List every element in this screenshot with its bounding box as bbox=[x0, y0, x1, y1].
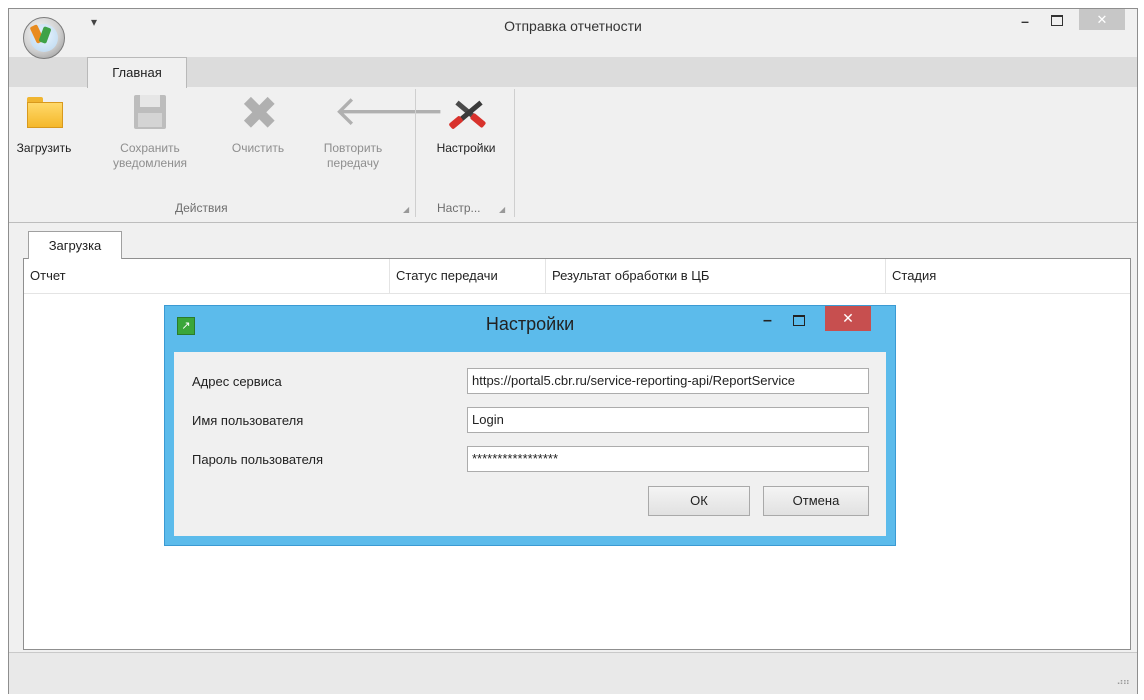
dialog-close-button[interactable]: ✕ bbox=[825, 306, 871, 331]
group-label-settings: Настр... bbox=[437, 201, 481, 215]
clear-icon: ✖ bbox=[240, 86, 279, 140]
resize-grip-icon[interactable]: ⠴⠶ bbox=[1116, 677, 1130, 688]
dialog-minimize-button[interactable]: – bbox=[763, 312, 772, 330]
column-header-report[interactable]: Отчет bbox=[24, 259, 390, 293]
group-separator bbox=[514, 89, 515, 217]
maximize-icon bbox=[1051, 15, 1063, 26]
dialog-maximize-button[interactable] bbox=[793, 315, 805, 326]
group-separator bbox=[415, 89, 416, 217]
save-label-line2: уведомления bbox=[112, 156, 188, 170]
ok-button[interactable]: ОК bbox=[648, 486, 750, 516]
tab-home[interactable]: Главная bbox=[87, 57, 187, 88]
password-label: Пароль пользователя bbox=[192, 452, 324, 467]
save-notifications-button[interactable]: Сохранить уведомления bbox=[109, 89, 191, 171]
maximize-button[interactable] bbox=[1045, 11, 1069, 31]
app-logo-icon[interactable] bbox=[23, 17, 65, 59]
clear-button[interactable]: ✖ Очистить bbox=[227, 89, 289, 156]
title-bar: ▾ Отправка отчетности – ✕ bbox=[9, 9, 1137, 59]
column-header-result[interactable]: Результат обработки в ЦБ bbox=[546, 259, 886, 293]
actions-launcher-icon[interactable]: ◢ bbox=[403, 205, 409, 214]
tab-upload[interactable]: Загрузка bbox=[28, 231, 122, 259]
back-arrow-icon: 🡐 bbox=[333, 86, 446, 135]
save-label-line1: Сохранить bbox=[120, 141, 180, 155]
clear-button-label: Очистить bbox=[231, 141, 285, 155]
status-bar: ⠴⠶ bbox=[9, 652, 1137, 694]
service-address-input[interactable]: https://portal5.cbr.ru/service-reporting… bbox=[467, 368, 869, 394]
ribbon: Загрузить Сохранить уведомления ✖ Очисти… bbox=[9, 87, 1137, 223]
save-icon bbox=[134, 95, 166, 129]
load-button[interactable]: Загрузить bbox=[13, 89, 75, 156]
settings-button-label: Настройки bbox=[436, 141, 496, 155]
column-header-stage[interactable]: Стадия bbox=[886, 259, 1130, 293]
group-label-actions: Действия bbox=[175, 201, 228, 215]
retry-label-line1: Повторить bbox=[323, 141, 383, 155]
tools-icon bbox=[448, 93, 488, 133]
settings-launcher-icon[interactable]: ◢ bbox=[499, 205, 505, 214]
cancel-button[interactable]: Отмена bbox=[763, 486, 869, 516]
window-title: Отправка отчетности bbox=[504, 18, 642, 34]
service-address-label: Адрес сервиса bbox=[192, 374, 282, 389]
grid-header: Отчет Статус передачи Результат обработк… bbox=[24, 259, 1130, 294]
load-button-label: Загрузить bbox=[16, 141, 72, 155]
close-button[interactable]: ✕ bbox=[1079, 9, 1125, 30]
password-input[interactable]: ***************** bbox=[467, 446, 869, 472]
retry-button[interactable]: 🡐 Повторить передачу bbox=[313, 86, 446, 171]
username-label: Имя пользователя bbox=[192, 413, 304, 428]
minimize-button[interactable]: – bbox=[1013, 13, 1037, 33]
dialog-body: Адрес сервиса https://portal5.cbr.ru/ser… bbox=[174, 352, 886, 536]
settings-button[interactable]: Настройки bbox=[425, 89, 507, 156]
folder-icon bbox=[27, 97, 63, 129]
column-header-status[interactable]: Статус передачи bbox=[390, 259, 546, 293]
settings-dialog: ↗ Настройки – ✕ Адрес сервиса https://po… bbox=[164, 305, 896, 546]
retry-label-line2: передачу bbox=[327, 156, 379, 170]
dialog-title: Настройки bbox=[485, 314, 575, 334]
username-input[interactable]: Login bbox=[467, 407, 869, 433]
